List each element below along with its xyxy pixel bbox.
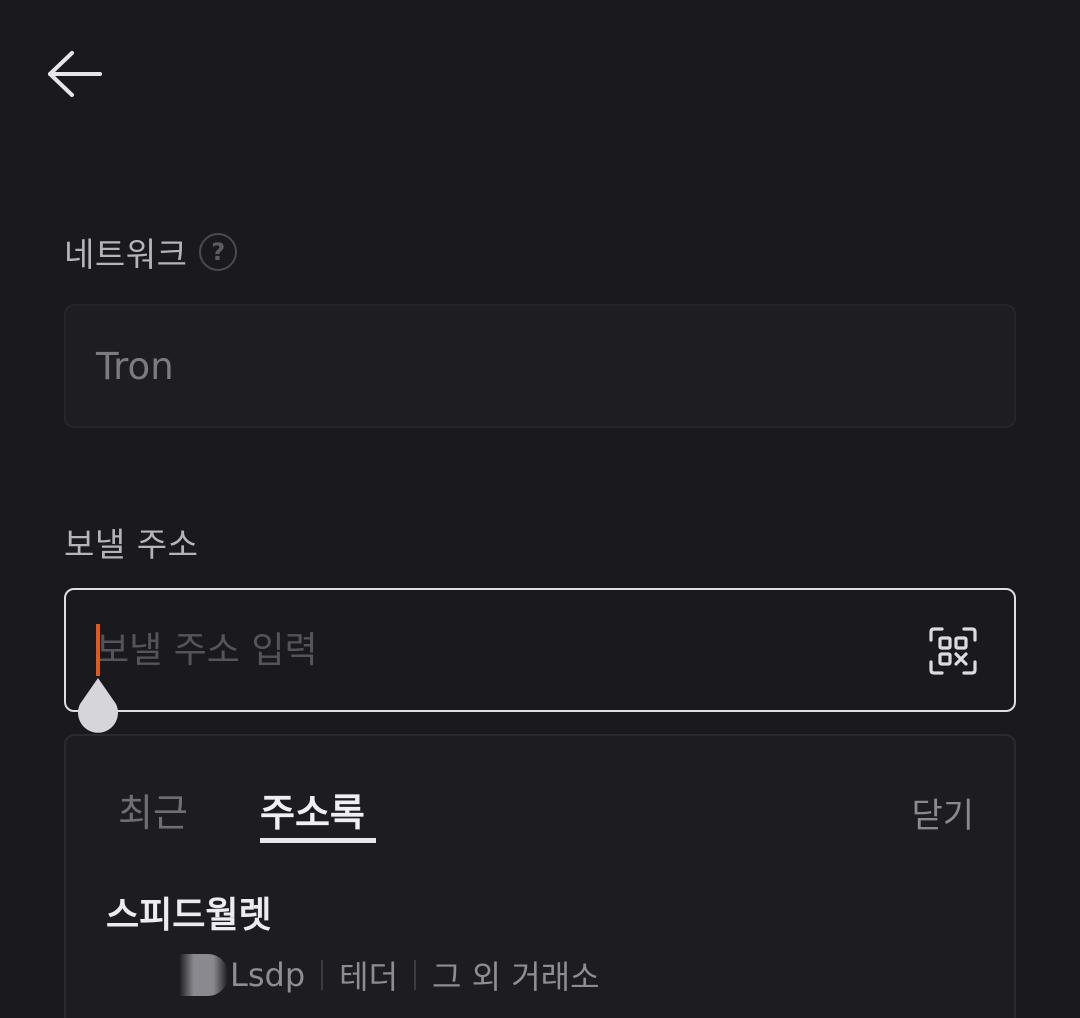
entry-tag: 테더 [339,958,399,996]
meta-separator [414,960,417,990]
address-book-entry-name[interactable]: 스피드월렛 [106,886,272,938]
address-field[interactable] [64,588,1016,712]
address-book-entry-meta[interactable]: Lsdp 테더 그 외 거래소 [106,952,600,998]
address-input[interactable] [96,590,896,710]
network-value: Tron [96,344,174,388]
active-tab-indicator [260,838,376,843]
close-button[interactable]: 닫기 [911,788,974,837]
back-button[interactable] [42,46,106,102]
address-label: 보낼 주소 [64,525,199,564]
withdraw-address-page: 네트워크 ? Tron 보낼 주소 보낼 주소 입력 최근 주소록 닫기 스피드… [0,0,1080,1018]
tab-address-book[interactable]: 주소록 [260,782,365,837]
qr-scan-button[interactable] [928,626,978,676]
address-suggestion-panel: 최근 주소록 닫기 스피드월렛 Lsdp 테더 그 외 거래소 [64,734,1016,1018]
help-icon[interactable]: ? [199,233,238,271]
network-field[interactable]: Tron [64,304,1016,428]
tab-recent[interactable]: 최근 [118,782,188,837]
qr-scan-icon [929,627,977,675]
address-tail: Lsdp [230,956,306,994]
network-label: 네트워크 ? [64,228,238,276]
text-selection-handle[interactable] [72,678,124,738]
arrow-left-icon [48,51,102,97]
entry-tag: 그 외 거래소 [432,958,600,996]
redacted-address-patch [106,954,228,996]
text-caret [96,624,100,676]
meta-separator [321,960,324,990]
network-label-text: 네트워크 [64,235,188,274]
